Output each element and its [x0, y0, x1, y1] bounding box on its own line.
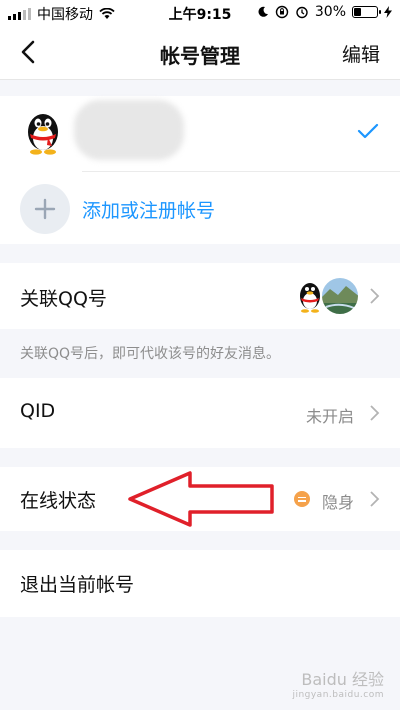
edit-button[interactable]: 编辑 [342, 40, 380, 67]
nav-bar: 帐号管理 编辑 [0, 26, 400, 80]
chevron-right-icon [370, 288, 380, 304]
watermark-url: jingyan.baidu.com [292, 690, 384, 700]
online-status-label: 在线状态 [20, 490, 97, 512]
annotation-arrow-icon [128, 471, 274, 527]
account-name-redacted [74, 100, 184, 160]
battery-percent: 30% [314, 4, 346, 20]
plus-icon [34, 198, 56, 220]
logout-row[interactable]: 退出当前帐号 [0, 550, 400, 617]
linked-accounts-avatars [300, 276, 360, 316]
status-right: 30% [257, 4, 392, 20]
linked-qq-label: 关联QQ号 [20, 288, 107, 310]
checkmark-icon [357, 123, 379, 139]
add-account-label[interactable]: 添加或注册帐号 [82, 196, 215, 223]
lock-rotation-icon [275, 5, 289, 19]
chevron-right-icon [370, 405, 380, 421]
qid-value: 未开启 [305, 407, 354, 426]
divider [82, 171, 400, 172]
linked-qq-hint: 关联QQ号后，即可代收该号的好友消息。 [20, 346, 281, 362]
chevron-right-icon [370, 491, 380, 507]
account-card: 添加或注册帐号 [0, 96, 400, 244]
invisible-status-icon [294, 491, 310, 507]
page-title: 帐号管理 [160, 44, 240, 68]
watermark-text: Baidu 经验 [301, 670, 384, 689]
charging-icon [384, 6, 392, 18]
add-account-button[interactable] [20, 184, 70, 234]
linked-qq-row[interactable]: 关联QQ号 [0, 263, 400, 329]
status-bar: 中国移动 上午9:15 30% [0, 0, 400, 26]
qq-penguin-avatar[interactable] [18, 108, 68, 158]
battery-icon [352, 6, 381, 18]
moon-icon [258, 6, 268, 17]
alarm-icon [296, 6, 308, 19]
online-status-value: 隐身 [321, 493, 354, 512]
qid-label: QID [20, 400, 56, 422]
qid-row[interactable]: QID 未开启 [0, 378, 400, 448]
logout-label: 退出当前帐号 [20, 574, 135, 596]
baidu-watermark: Baidu 经验 jingyan.baidu.com [292, 666, 384, 700]
